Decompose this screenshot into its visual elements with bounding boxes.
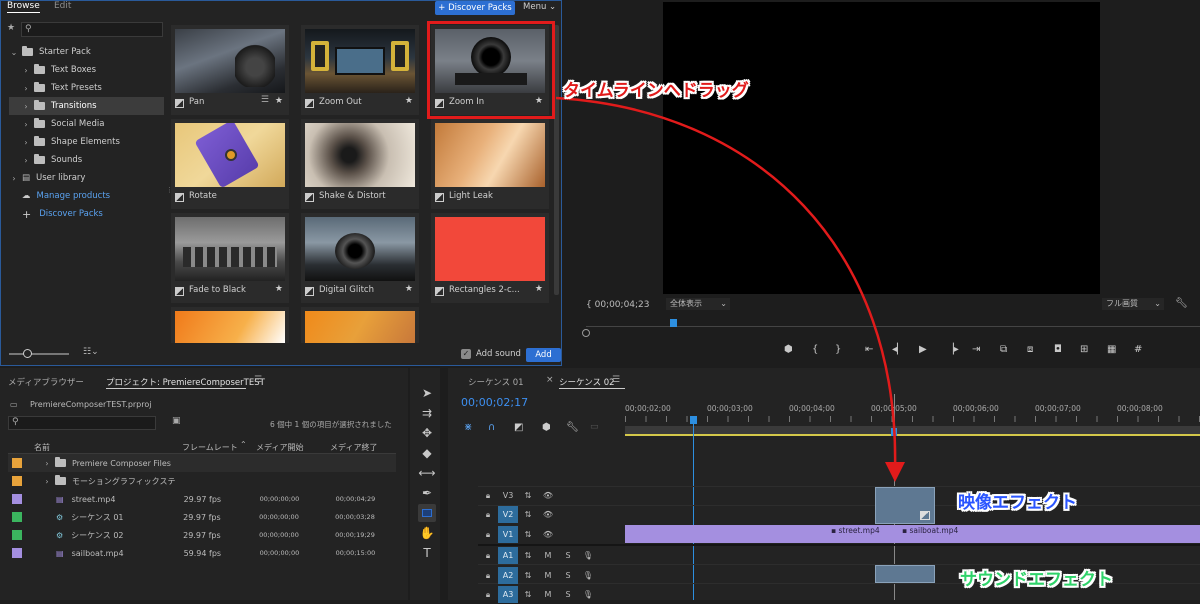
drag-arrow-path bbox=[555, 96, 897, 471]
video-effect-annotation: 映像エフェクト bbox=[958, 493, 1077, 513]
sound-effect-annotation: サウンドエフェクト bbox=[960, 570, 1113, 590]
drag-arrow-head bbox=[885, 462, 905, 482]
drag-annotation: タイムラインへドラッグ bbox=[563, 81, 749, 101]
